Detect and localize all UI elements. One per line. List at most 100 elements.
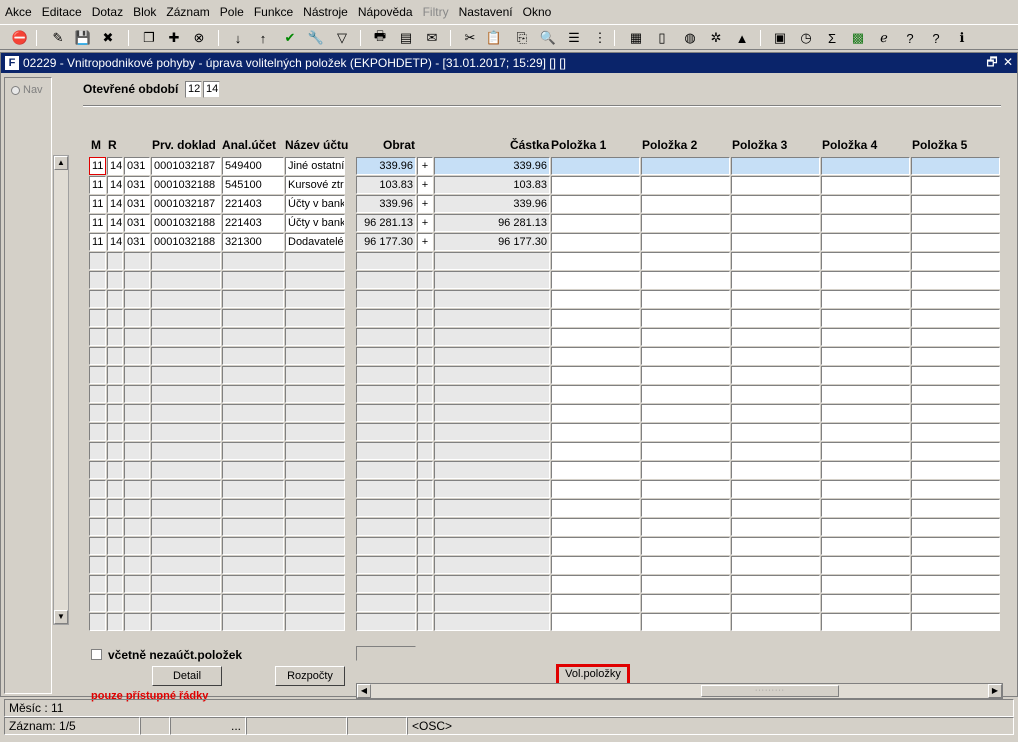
grid-cell-sign[interactable] xyxy=(417,290,433,308)
grid-cell-p5[interactable] xyxy=(911,271,1000,289)
grid-cell-acct[interactable]: 221403 xyxy=(222,214,284,232)
grid-cell-p3[interactable] xyxy=(731,499,820,517)
grid-cell-acct[interactable] xyxy=(222,461,284,479)
grid-cell-p2[interactable] xyxy=(641,290,730,308)
grid-cell-p4[interactable] xyxy=(821,366,910,384)
grid-cell-p2[interactable] xyxy=(641,385,730,403)
grid-cell-t[interactable] xyxy=(124,271,150,289)
grid-cell-turnover[interactable] xyxy=(356,518,416,536)
grid-cell-doc[interactable] xyxy=(151,480,221,498)
grid-cell-acct[interactable] xyxy=(222,499,284,517)
grid-cell-p2[interactable] xyxy=(641,404,730,422)
grid-cell-m[interactable]: 11 xyxy=(89,233,106,251)
grid-cell-amount[interactable] xyxy=(434,385,550,403)
grid-cell-p4[interactable] xyxy=(821,157,910,175)
grid-cell-p5[interactable] xyxy=(911,518,1000,536)
grid-cell-sign[interactable] xyxy=(417,613,433,631)
scroll-right-icon[interactable]: ▶ xyxy=(988,684,1002,698)
grid-cell-doc[interactable] xyxy=(151,594,221,612)
grid-cell-acct[interactable]: 545100 xyxy=(222,176,284,194)
grid-cell-p1[interactable] xyxy=(551,575,640,593)
chart-icon[interactable]: ▲ xyxy=(732,28,752,48)
grid-cell-r[interactable] xyxy=(107,575,123,593)
ie-icon[interactable]: ℯ xyxy=(874,28,894,48)
grid-cell-t[interactable] xyxy=(124,309,150,327)
grid-cell-name[interactable] xyxy=(285,518,345,536)
grid-cell-amount[interactable] xyxy=(434,423,550,441)
grid-cell-p3[interactable] xyxy=(731,442,820,460)
grid-cell-p4[interactable] xyxy=(821,404,910,422)
horizontal-scroll-thumb[interactable]: ········· xyxy=(701,685,839,697)
grid-cell-p5[interactable] xyxy=(911,309,1000,327)
grid-cell-sign[interactable] xyxy=(417,347,433,365)
grid-cell-sign[interactable] xyxy=(417,366,433,384)
grid-cell-acct[interactable] xyxy=(222,594,284,612)
grid-cell-m[interactable] xyxy=(89,385,106,403)
grid-cell-sign[interactable] xyxy=(417,537,433,555)
grid-cell-p2[interactable] xyxy=(641,195,730,213)
grid-cell-m[interactable] xyxy=(89,556,106,574)
grid-cell-acct[interactable] xyxy=(222,385,284,403)
grid-cell-t[interactable] xyxy=(124,556,150,574)
grid-cell-t[interactable] xyxy=(124,537,150,555)
grid-cell-p1[interactable] xyxy=(551,366,640,384)
sum-icon[interactable]: Σ xyxy=(822,28,842,48)
grid-cell-p2[interactable] xyxy=(641,423,730,441)
grid-cell-acct[interactable] xyxy=(222,309,284,327)
grid-cell-m[interactable] xyxy=(89,423,106,441)
grid-cell-r[interactable] xyxy=(107,499,123,517)
grid-cell-r[interactable] xyxy=(107,290,123,308)
grid-cell-p3[interactable] xyxy=(731,575,820,593)
grid-cell-amount[interactable] xyxy=(434,537,550,555)
grid-cell-doc[interactable] xyxy=(151,271,221,289)
grid-cell-t[interactable] xyxy=(124,366,150,384)
grid-cell-m[interactable] xyxy=(89,594,106,612)
grid-cell-p2[interactable] xyxy=(641,347,730,365)
grid-cell-p5[interactable] xyxy=(911,195,1000,213)
grid-cell-r[interactable] xyxy=(107,442,123,460)
grid-cell-doc[interactable]: 0001032188 xyxy=(151,214,221,232)
grid-cell-t[interactable] xyxy=(124,613,150,631)
grid-cell-p2[interactable] xyxy=(641,556,730,574)
grid-cell-sign[interactable] xyxy=(417,518,433,536)
grid-cell-name[interactable]: Účty v bank xyxy=(285,214,345,232)
grid-cell-doc[interactable] xyxy=(151,499,221,517)
grid-cell-r[interactable] xyxy=(107,385,123,403)
grid-cell-t[interactable] xyxy=(124,423,150,441)
grid-cell-sign[interactable] xyxy=(417,271,433,289)
grid-cell-p4[interactable] xyxy=(821,271,910,289)
grid-cell-r[interactable] xyxy=(107,347,123,365)
grid-cell-r[interactable] xyxy=(107,613,123,631)
grid-cell-m[interactable]: 11 xyxy=(89,195,106,213)
grid-cell-p3[interactable] xyxy=(731,195,820,213)
vertical-scrollbar[interactable]: ▲ ▼ xyxy=(53,155,69,625)
grid-cell-p2[interactable] xyxy=(641,233,730,251)
grid-cell-doc[interactable] xyxy=(151,537,221,555)
grid-cell-t[interactable] xyxy=(124,594,150,612)
grid-cell-p3[interactable] xyxy=(731,518,820,536)
grid-cell-t[interactable] xyxy=(124,290,150,308)
grid-cell-p1[interactable] xyxy=(551,271,640,289)
grid-cell-p5[interactable] xyxy=(911,594,1000,612)
grid-cell-acct[interactable] xyxy=(222,518,284,536)
grid-cell-name[interactable] xyxy=(285,328,345,346)
grid-cell-turnover[interactable] xyxy=(356,461,416,479)
grid-cell-name[interactable] xyxy=(285,480,345,498)
grid-cell-p4[interactable] xyxy=(821,347,910,365)
grid-cell-amount[interactable] xyxy=(434,309,550,327)
grid-cell-r[interactable] xyxy=(107,518,123,536)
grid-cell-sign[interactable] xyxy=(417,442,433,460)
menu-item-5[interactable]: Pole xyxy=(220,5,244,19)
grid-cell-p3[interactable] xyxy=(731,613,820,631)
grid-cell-amount[interactable] xyxy=(434,366,550,384)
grid-cell-m[interactable] xyxy=(89,252,106,270)
menu-item-11[interactable]: Okno xyxy=(523,5,552,19)
info-icon[interactable]: ℹ xyxy=(952,28,972,48)
grid-cell-p1[interactable] xyxy=(551,214,640,232)
grid-cell-acct[interactable] xyxy=(222,328,284,346)
grid-cell-p5[interactable] xyxy=(911,537,1000,555)
grid-cell-amount[interactable] xyxy=(434,518,550,536)
grid-cell-name[interactable]: Účty v bank xyxy=(285,195,345,213)
grid-cell-acct[interactable] xyxy=(222,442,284,460)
grid-cell-amount[interactable]: 96 281.13 xyxy=(434,214,550,232)
